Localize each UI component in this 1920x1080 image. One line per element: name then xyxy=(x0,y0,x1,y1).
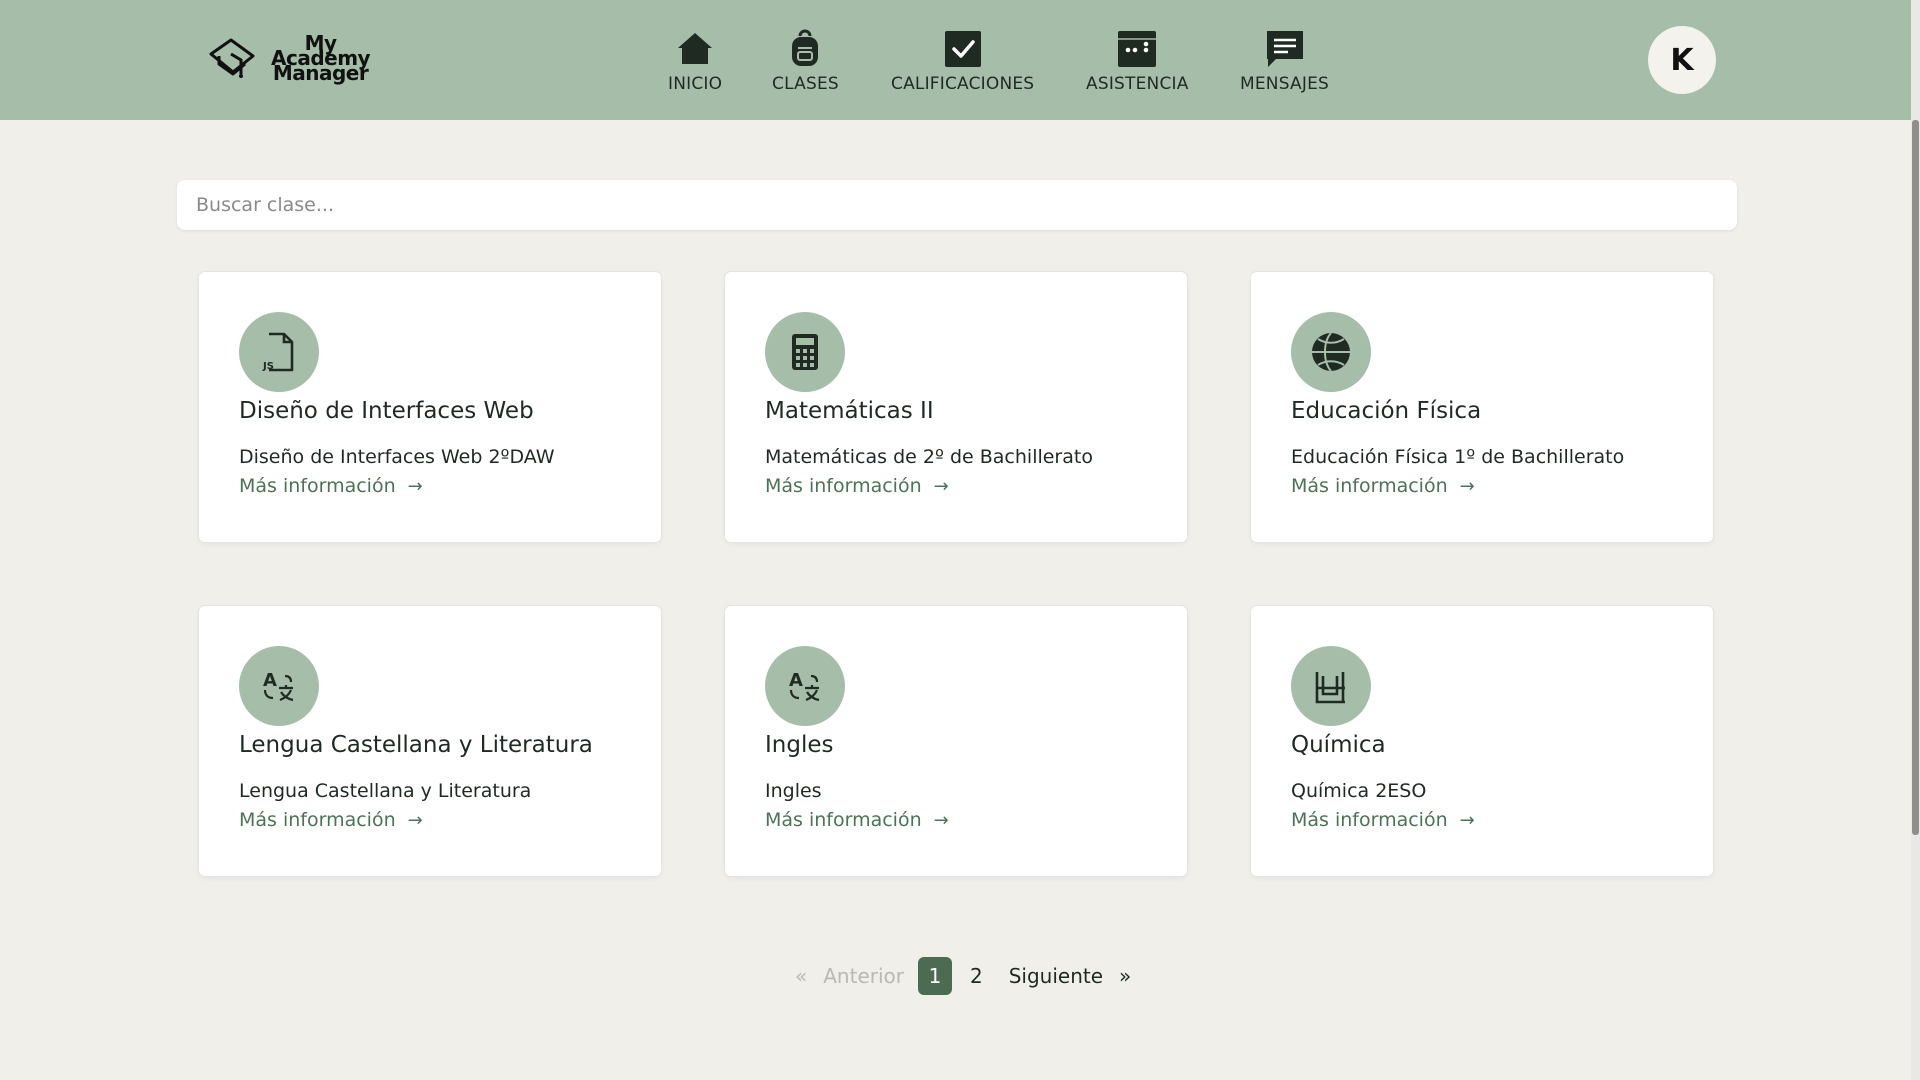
class-card[interactable]: Educación Física Educación Física 1º de … xyxy=(1251,272,1713,542)
nav-item-calificaciones[interactable]: CALIFICACIONES xyxy=(891,28,1034,94)
card-description: Ingles xyxy=(765,780,822,802)
more-info-label: Más información xyxy=(1291,475,1448,497)
more-info-label: Más información xyxy=(765,475,922,497)
scrollbar-thumb[interactable] xyxy=(1912,120,1919,835)
first-page-button[interactable]: « xyxy=(795,964,807,988)
arrow-right-icon: → xyxy=(407,475,423,497)
card-description: Lengua Castellana y Literatura xyxy=(239,780,532,802)
card-title: Química xyxy=(1291,732,1386,758)
page-2-button[interactable]: 2 xyxy=(970,964,983,988)
nav-item-inicio[interactable]: INICIO xyxy=(668,28,722,94)
search-input[interactable] xyxy=(177,180,1737,230)
more-info-label: Más información xyxy=(239,475,396,497)
card-icon-badge: JS xyxy=(239,312,319,392)
nav-label-calificaciones: CALIFICACIONES xyxy=(891,74,1035,94)
card-description: Química 2ESO xyxy=(1291,780,1427,802)
more-info-link[interactable]: Más información → xyxy=(1291,475,1475,497)
arrow-right-icon: → xyxy=(1459,809,1475,831)
calculator-icon xyxy=(792,334,818,370)
translate-icon: A xyxy=(263,670,294,702)
card-title: Matemáticas II xyxy=(765,398,934,424)
card-icon-badge xyxy=(765,312,845,392)
app-name: My Academy Manager xyxy=(271,33,371,85)
class-card[interactable]: Química Química 2ESO Más información → xyxy=(1251,606,1713,876)
card-title: Lengua Castellana y Literatura xyxy=(239,732,593,758)
user-avatar[interactable]: K xyxy=(1648,26,1716,94)
js-file-icon: JS xyxy=(262,332,294,372)
card-description: Matemáticas de 2º de Bachillerato xyxy=(765,446,1093,468)
more-info-link[interactable]: Más información → xyxy=(1291,809,1475,831)
more-info-link[interactable]: Más información → xyxy=(765,809,949,831)
backpack-icon xyxy=(792,29,819,66)
card-title: Diseño de Interfaces Web xyxy=(239,398,534,424)
card-icon-badge xyxy=(1291,646,1371,726)
more-info-label: Más información xyxy=(239,809,396,831)
card-icon-badge: A xyxy=(239,646,319,726)
previous-page-button[interactable]: Anterior xyxy=(823,964,904,988)
svg-text:A: A xyxy=(789,670,803,691)
next-page-button[interactable]: Siguiente xyxy=(1009,964,1103,988)
card-description: Educación Física 1º de Bachillerato xyxy=(1291,446,1625,468)
graduation-cap-icon xyxy=(209,38,255,78)
nav-item-mensajes[interactable]: MENSAJES xyxy=(1240,28,1329,94)
nav-item-clases[interactable]: CLASES xyxy=(772,28,839,94)
class-card[interactable]: A Lengua Castellana y Literatura Lengua … xyxy=(199,606,661,876)
arrow-right-icon: → xyxy=(933,475,949,497)
top-navbar: My Academy Manager INICIO CLASES CALIFIC… xyxy=(0,0,1911,120)
pagination: « Anterior 1 2 Siguiente » xyxy=(795,957,1131,995)
nav-label-clases: CLASES xyxy=(772,74,839,94)
more-info-link[interactable]: Más información → xyxy=(765,475,949,497)
search-bar xyxy=(177,180,1737,230)
card-title: Educación Física xyxy=(1291,398,1482,424)
basketball-icon xyxy=(1312,332,1350,372)
translate-icon: A xyxy=(789,670,820,702)
arrow-right-icon: → xyxy=(1459,475,1475,497)
card-icon-badge xyxy=(1291,312,1371,392)
more-info-link[interactable]: Más información → xyxy=(239,809,423,831)
more-info-link[interactable]: Más información → xyxy=(239,475,423,497)
card-title: Ingles xyxy=(765,732,834,758)
more-info-label: Más información xyxy=(765,809,922,831)
nav-item-asistencia[interactable]: ASISTENCIA xyxy=(1086,28,1189,94)
svg-text:A: A xyxy=(263,670,277,691)
home-icon xyxy=(678,33,713,64)
arrow-right-icon: → xyxy=(933,809,949,831)
card-description: Diseño de Interfaces Web 2ºDAW xyxy=(239,446,555,468)
calendar-icon xyxy=(1118,31,1157,67)
last-page-button[interactable]: » xyxy=(1119,964,1131,988)
page-1-button[interactable]: 1 xyxy=(918,957,952,995)
nav-label-asistencia: ASISTENCIA xyxy=(1086,74,1189,94)
flask-icon xyxy=(1315,672,1345,704)
card-icon-badge: A xyxy=(765,646,845,726)
class-card[interactable]: A Ingles Ingles Más información → xyxy=(725,606,1187,876)
logo[interactable]: My Academy Manager xyxy=(205,30,371,86)
message-icon xyxy=(1266,31,1303,67)
logo-line-3: Manager xyxy=(272,60,369,85)
svg-text:JS: JS xyxy=(262,361,274,372)
more-info-label: Más información xyxy=(1291,809,1448,831)
checkbox-icon xyxy=(944,31,981,67)
class-card[interactable]: Matemáticas II Matemáticas de 2º de Bach… xyxy=(725,272,1187,542)
nav-label-mensajes: MENSAJES xyxy=(1240,74,1330,94)
arrow-right-icon: → xyxy=(407,809,423,831)
class-card[interactable]: JS Diseño de Interfaces Web Diseño de In… xyxy=(199,272,661,542)
nav-label-inicio: INICIO xyxy=(668,74,723,94)
